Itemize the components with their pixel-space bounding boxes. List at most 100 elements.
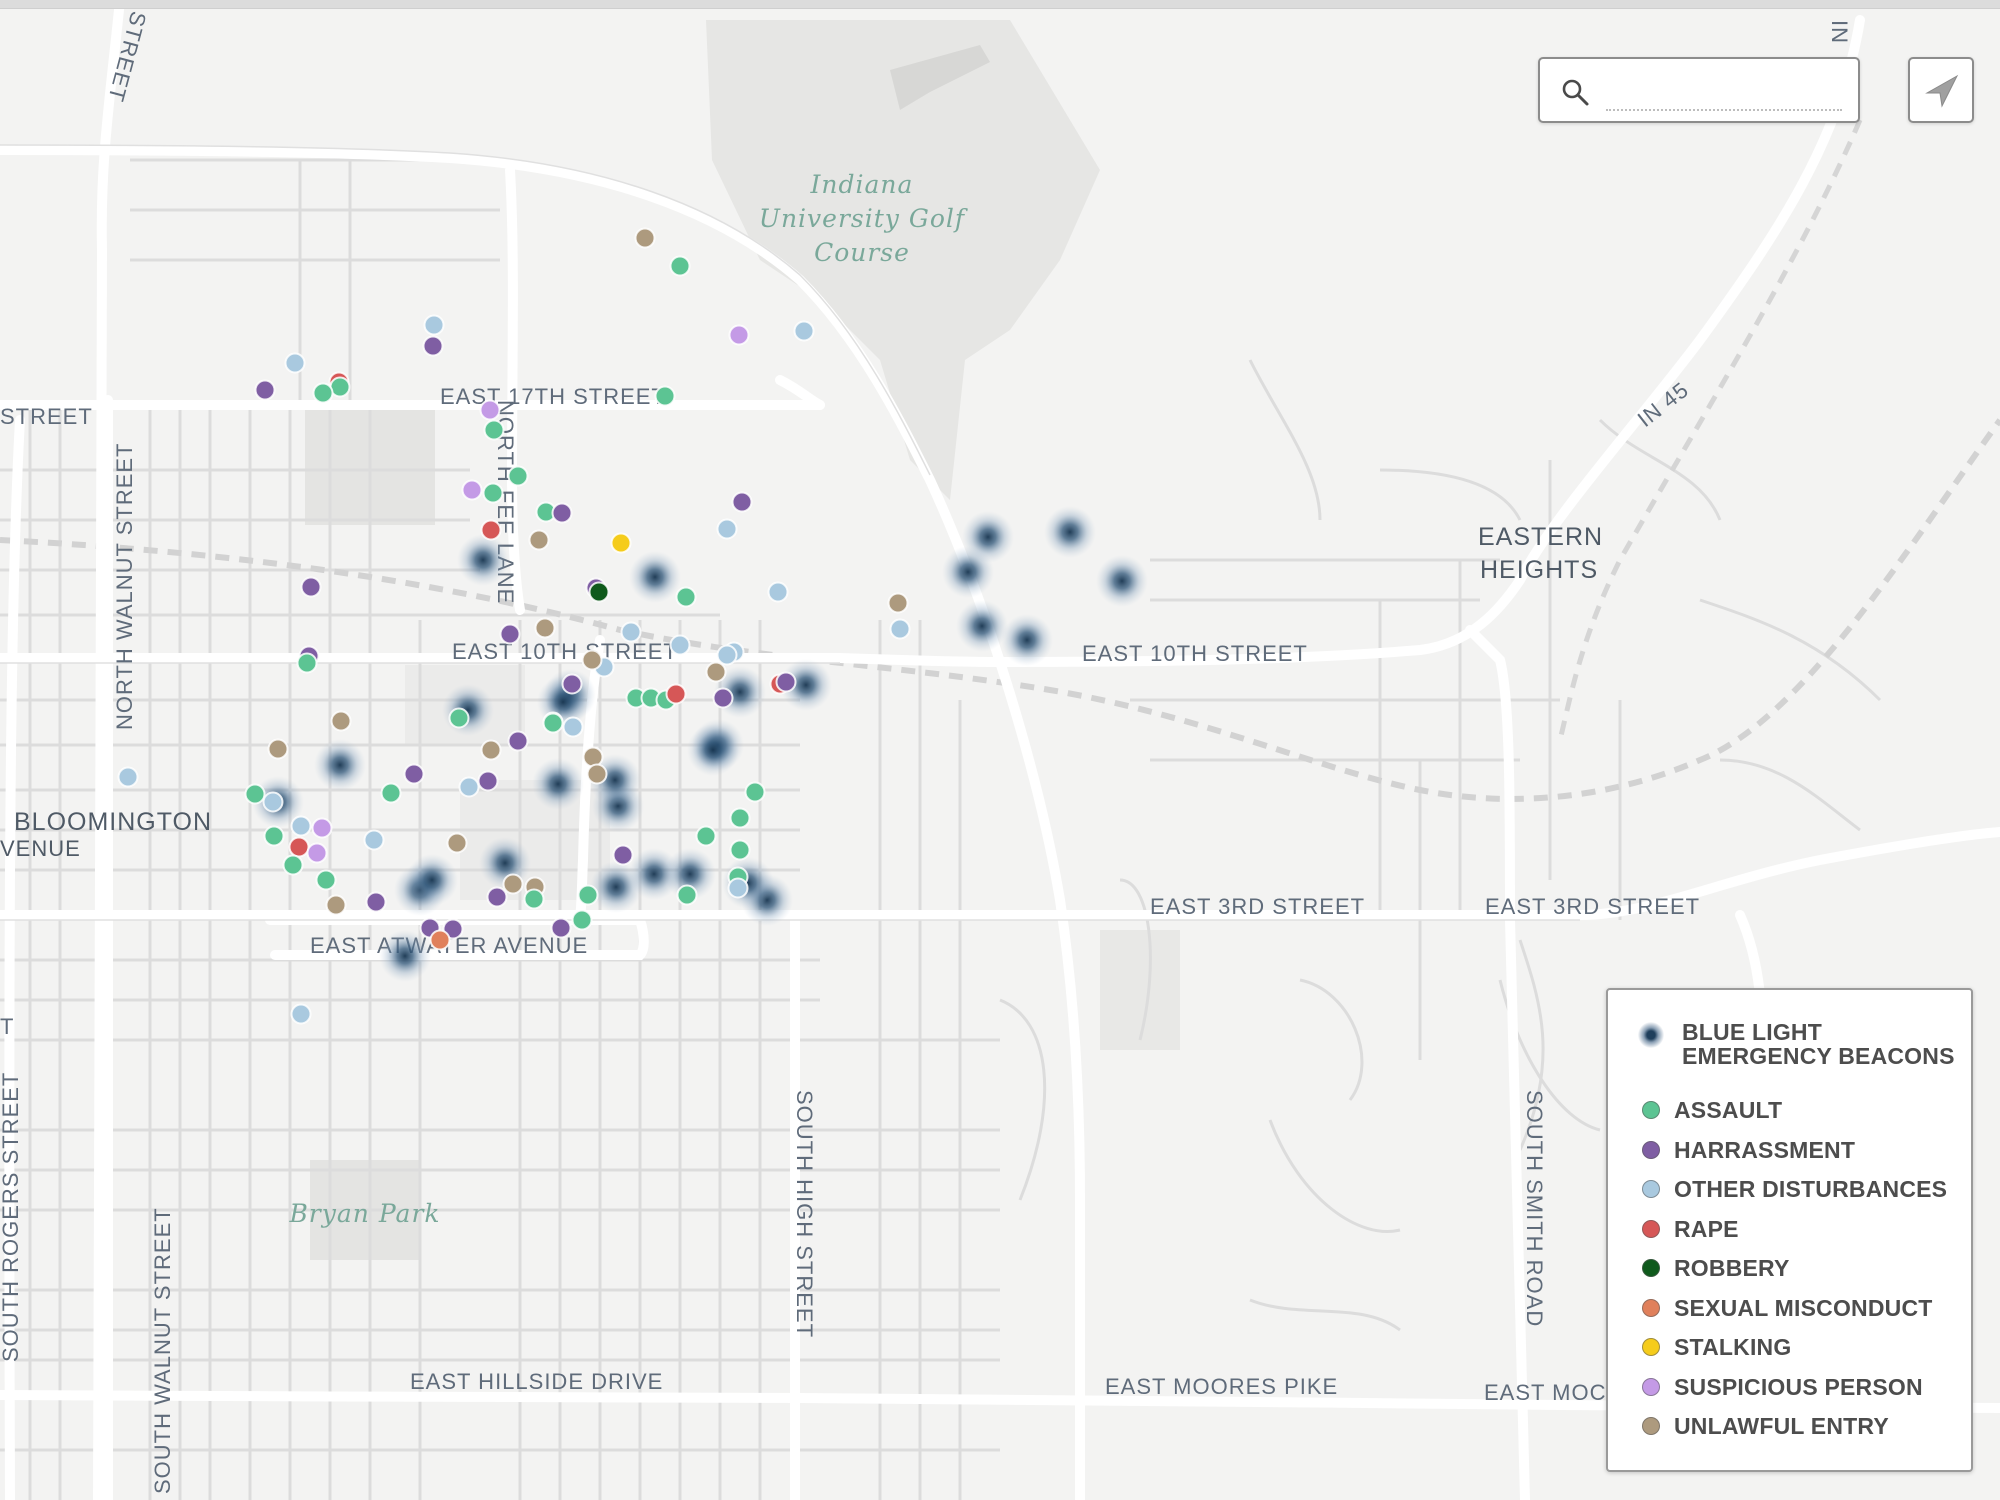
incident-marker[interactable] xyxy=(729,839,751,861)
incident-marker[interactable] xyxy=(542,712,564,734)
incident-marker[interactable] xyxy=(793,320,815,342)
incident-marker[interactable] xyxy=(610,532,632,554)
incident-marker[interactable] xyxy=(744,781,766,803)
incident-marker[interactable] xyxy=(676,884,698,906)
beacon-marker[interactable] xyxy=(1001,614,1053,666)
incident-marker[interactable] xyxy=(288,836,310,858)
incident-marker[interactable] xyxy=(448,707,470,729)
incident-marker[interactable] xyxy=(887,592,909,614)
incident-marker[interactable] xyxy=(767,581,789,603)
incident-marker[interactable] xyxy=(429,929,451,951)
beacon-marker[interactable] xyxy=(314,739,366,791)
incident-marker[interactable] xyxy=(290,815,312,837)
incident-marker[interactable] xyxy=(695,825,717,847)
incident-marker[interactable] xyxy=(562,716,584,738)
beacon-marker[interactable] xyxy=(532,758,584,810)
incident-marker[interactable] xyxy=(634,227,656,249)
incident-marker[interactable] xyxy=(889,618,911,640)
locate-button[interactable] xyxy=(1908,57,1974,123)
incident-marker[interactable] xyxy=(551,502,573,524)
incident-marker[interactable] xyxy=(716,644,738,666)
incident-marker[interactable] xyxy=(712,687,734,709)
incident-marker[interactable] xyxy=(669,634,691,656)
beacon-marker[interactable] xyxy=(1096,555,1148,607)
beacon-marker[interactable] xyxy=(942,546,994,598)
incident-marker[interactable] xyxy=(523,888,545,910)
incident-marker[interactable] xyxy=(665,683,687,705)
incident-marker[interactable] xyxy=(507,465,529,487)
incident-marker[interactable] xyxy=(705,661,727,683)
incident-marker[interactable] xyxy=(422,335,444,357)
incident-marker[interactable] xyxy=(586,763,608,785)
incident-marker[interactable] xyxy=(483,419,505,441)
search-input[interactable] xyxy=(1606,73,1842,111)
beacon-marker[interactable] xyxy=(457,534,509,586)
incident-marker[interactable] xyxy=(254,379,276,401)
incident-marker[interactable] xyxy=(315,869,337,891)
beacon-marker[interactable] xyxy=(406,854,458,906)
incident-marker[interactable] xyxy=(446,832,468,854)
incident-marker[interactable] xyxy=(561,673,583,695)
incident-marker[interactable] xyxy=(117,766,139,788)
incident-marker[interactable] xyxy=(296,652,318,674)
incident-marker[interactable] xyxy=(365,891,387,913)
incident-marker[interactable] xyxy=(479,399,501,421)
beacon-marker[interactable] xyxy=(687,724,739,776)
beacon-marker[interactable] xyxy=(628,848,680,900)
incident-marker[interactable] xyxy=(728,324,750,346)
incident-marker[interactable] xyxy=(282,854,304,876)
incident-marker[interactable] xyxy=(588,581,610,603)
incident-marker[interactable] xyxy=(477,770,499,792)
incident-marker[interactable] xyxy=(612,844,634,866)
incident-marker[interactable] xyxy=(363,829,385,851)
incident-marker[interactable] xyxy=(311,817,333,839)
incident-marker[interactable] xyxy=(263,825,285,847)
incident-marker[interactable] xyxy=(577,884,599,906)
incident-marker[interactable] xyxy=(458,776,480,798)
incident-marker[interactable] xyxy=(507,730,529,752)
beacon-marker[interactable] xyxy=(379,930,431,982)
incident-marker[interactable] xyxy=(312,382,334,404)
incident-marker[interactable] xyxy=(461,479,483,501)
incident-marker[interactable] xyxy=(669,255,691,277)
incident-marker[interactable] xyxy=(300,576,322,598)
incident-marker[interactable] xyxy=(534,617,556,639)
incident-marker[interactable] xyxy=(403,763,425,785)
incident-marker[interactable] xyxy=(727,877,749,899)
incident-marker[interactable] xyxy=(267,738,289,760)
incident-marker[interactable] xyxy=(550,917,572,939)
incident-marker[interactable] xyxy=(582,746,604,768)
incident-marker[interactable] xyxy=(731,491,753,513)
incident-marker[interactable] xyxy=(284,352,306,374)
incident-marker[interactable] xyxy=(423,314,445,336)
incident-marker[interactable] xyxy=(486,886,508,908)
incident-marker[interactable] xyxy=(528,529,550,551)
incident-marker[interactable] xyxy=(325,894,347,916)
legend-item: RAPE xyxy=(1642,1215,1962,1245)
incident-marker[interactable] xyxy=(654,385,676,407)
incident-marker[interactable] xyxy=(244,783,266,805)
incident-marker[interactable] xyxy=(262,791,284,813)
incident-marker[interactable] xyxy=(290,1003,312,1025)
incident-marker[interactable] xyxy=(775,671,797,693)
incident-marker[interactable] xyxy=(620,621,642,643)
incident-marker[interactable] xyxy=(480,519,502,541)
incident-marker[interactable] xyxy=(482,482,504,504)
incident-marker[interactable] xyxy=(675,586,697,608)
incident-marker[interactable] xyxy=(571,909,593,931)
beacon-marker[interactable] xyxy=(956,600,1008,652)
incident-marker[interactable] xyxy=(306,842,328,864)
beacon-marker[interactable] xyxy=(629,551,681,603)
incident-marker[interactable] xyxy=(729,807,751,829)
incident-marker[interactable] xyxy=(480,739,502,761)
incident-marker[interactable] xyxy=(716,518,738,540)
beacon-marker[interactable] xyxy=(442,684,494,736)
incident-marker[interactable] xyxy=(581,649,603,671)
legend-swatch xyxy=(1642,1101,1660,1119)
search-box[interactable] xyxy=(1538,57,1860,123)
beacon-marker[interactable] xyxy=(1044,506,1096,558)
incident-marker[interactable] xyxy=(502,873,524,895)
incident-marker[interactable] xyxy=(380,782,402,804)
incident-marker[interactable] xyxy=(330,710,352,732)
incident-marker[interactable] xyxy=(499,623,521,645)
